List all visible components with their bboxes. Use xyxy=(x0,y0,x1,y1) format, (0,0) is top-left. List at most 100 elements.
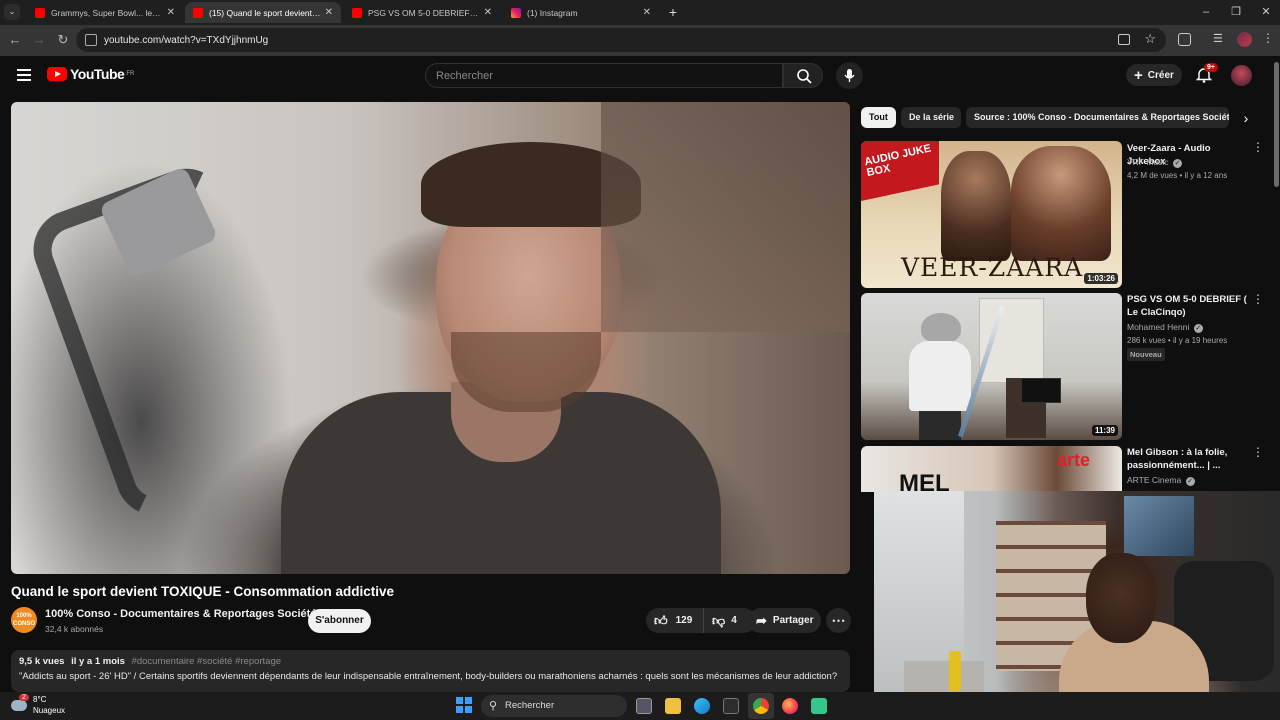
recommendation-channel[interactable]: ARTE Cinema ✓ xyxy=(1127,475,1195,486)
recommendation-meta: 4,2 M de vues • il y a 12 ans xyxy=(1127,171,1228,180)
close-icon[interactable]: ✕ xyxy=(643,7,651,18)
logo-text: YouTube xyxy=(70,66,125,82)
notification-badge: 9+ xyxy=(1204,63,1218,72)
recommendation-channel[interactable]: Mohamed Henni ✓ xyxy=(1127,322,1203,333)
share-button[interactable]: ➦ Partager xyxy=(748,608,821,633)
channel-name: YRF Music xyxy=(1127,157,1169,167)
person-head-shape xyxy=(1086,553,1156,643)
tab-search-button[interactable]: ⌄ xyxy=(4,4,20,20)
notifications-button[interactable]: 9+ xyxy=(1195,63,1218,83)
chip-series[interactable]: De la série xyxy=(901,107,961,128)
reload-icon[interactable]: ↻ xyxy=(55,32,71,48)
plus-icon: + xyxy=(1134,66,1143,84)
chip-all[interactable]: Tout xyxy=(861,107,896,128)
weather-desc: Nuageux xyxy=(33,706,66,715)
view-count: 9,5 k vues xyxy=(19,656,65,667)
video-thumbnail[interactable]: 11:39 xyxy=(861,293,1122,440)
browser-tab-active[interactable]: (15) Quand le sport devient TOX ✕ xyxy=(185,2,341,23)
chevron-right-icon[interactable]: › xyxy=(1238,110,1254,126)
create-button[interactable]: + Créer xyxy=(1126,64,1182,86)
youtube-play-icon xyxy=(47,67,67,81)
close-icon[interactable]: ✕ xyxy=(325,7,333,18)
more-vert-icon[interactable]: ⋮ xyxy=(1252,293,1264,305)
dislike-button[interactable]: 👎︎ 4 xyxy=(704,613,737,629)
chrome-icon[interactable] xyxy=(753,698,769,714)
person-shape xyxy=(909,341,971,411)
bookmark-star-icon[interactable]: ☆ xyxy=(1144,31,1156,47)
channel-name: ARTE Cinema xyxy=(1127,475,1182,485)
task-view-icon[interactable] xyxy=(636,698,652,714)
minimize-icon[interactable]: – xyxy=(1198,4,1214,20)
edge-icon[interactable] xyxy=(694,698,710,714)
back-arrow-icon[interactable]: ← xyxy=(7,32,23,48)
thumbs-up-icon: 👍︎ xyxy=(654,612,668,628)
close-icon[interactable]: ✕ xyxy=(167,7,175,18)
profile-avatar[interactable] xyxy=(1237,32,1252,47)
chip-source[interactable]: Source : 100% Conso - Documentaires & Re… xyxy=(966,107,1229,128)
channel-avatar[interactable]: 100% CONSO xyxy=(11,607,37,633)
video-thumbnail[interactable]: AUDIO JUKE BOX VEER-ZAARA 1:03:26 xyxy=(861,141,1122,288)
recommendation-title[interactable]: Mel Gibson : à la folie, passionnément..… xyxy=(1127,446,1247,472)
media-controls-icon[interactable]: ☰ xyxy=(1213,33,1226,46)
verified-check-icon: ✓ xyxy=(1193,324,1203,333)
account-avatar[interactable] xyxy=(1231,65,1252,86)
recommendation-title[interactable]: PSG VS OM 5-0 DEBRIEF ( Le ClaCinqo) xyxy=(1127,293,1247,319)
video-player[interactable] xyxy=(11,102,850,574)
close-icon[interactable]: ✕ xyxy=(484,7,492,18)
channel-name[interactable]: 100% Conso - Documentaires & Reportages … xyxy=(45,608,316,620)
app-icon[interactable] xyxy=(811,698,827,714)
firefox-icon[interactable] xyxy=(782,698,798,714)
search-input[interactable]: Rechercher xyxy=(425,63,783,88)
like-button[interactable]: 👍︎ 129 xyxy=(646,608,704,633)
hashtags[interactable]: #documentaire #société #reportage xyxy=(132,656,281,667)
browser-tab[interactable]: (1) Instagram ✕ xyxy=(503,2,659,23)
install-app-icon[interactable] xyxy=(1118,34,1130,45)
weather-text[interactable]: 8°C Nuageux xyxy=(33,694,65,716)
browser-tab[interactable]: PSG VS OM 5-0 DEBRIEF ( Le Cl ✕ xyxy=(344,2,500,23)
windows-start-icon[interactable] xyxy=(456,697,472,713)
dislike-count: 4 xyxy=(731,615,737,626)
address-bar[interactable]: youtube.com/watch?v=TXdYjjhnmUg ☆ xyxy=(76,28,1166,52)
maximize-icon[interactable]: ❐ xyxy=(1228,4,1244,20)
youtube-icon xyxy=(35,7,45,18)
store-icon[interactable] xyxy=(723,698,739,714)
background-shelf-shape xyxy=(601,102,850,332)
streamer-webcam-overlay xyxy=(874,491,1280,720)
window-close-icon[interactable]: ✕ xyxy=(1258,4,1274,20)
search-icon: ⚲ xyxy=(489,700,498,712)
description-box[interactable]: 9,5 k vues il y a 1 mois #documentaire #… xyxy=(11,650,850,692)
like-dislike-group: 👍︎ 129 👎︎ 4 xyxy=(646,608,756,633)
tab-title: Grammys, Super Bowl... le triom xyxy=(51,7,163,18)
tab-title: PSG VS OM 5-0 DEBRIEF ( Le Cl xyxy=(368,7,480,18)
arte-logo: arte xyxy=(1057,450,1091,470)
subscribe-button[interactable]: S'abonner xyxy=(308,609,371,633)
extensions-icon[interactable] xyxy=(1178,33,1191,46)
more-vert-icon[interactable]: ⋮ xyxy=(1252,141,1264,153)
file-explorer-icon[interactable] xyxy=(665,698,681,714)
recommendation-channel[interactable]: YRF Music ✓ xyxy=(1127,157,1182,168)
more-vert-icon[interactable]: ⋮ xyxy=(1252,446,1264,458)
region-code: FR xyxy=(126,71,135,77)
more-actions-button[interactable]: ⋯ xyxy=(826,608,851,633)
weather-widget[interactable]: 2 xyxy=(11,694,29,713)
cloud-icon xyxy=(11,700,27,711)
like-count: 129 xyxy=(675,615,693,626)
new-tab-icon[interactable]: + xyxy=(665,4,681,20)
channel-name: Mohamed Henni xyxy=(1127,322,1190,332)
video-thumbnail[interactable]: MEL arte xyxy=(861,446,1122,492)
hamburger-menu-icon[interactable] xyxy=(17,69,31,81)
video-duration: 11:39 xyxy=(1091,425,1118,436)
browser-tab-strip: ⌄ Grammys, Super Bowl... le triom ✕ (15)… xyxy=(0,0,1280,25)
browser-toolbar: ← → ↻ youtube.com/watch?v=TXdYjjhnmUg ☆ … xyxy=(0,25,1280,56)
youtube-logo[interactable]: YouTube FR xyxy=(47,66,134,82)
browser-menu-icon[interactable]: ⋮ xyxy=(1262,31,1274,45)
voice-search-button[interactable] xyxy=(836,62,863,89)
forward-arrow-icon[interactable]: → xyxy=(31,32,47,48)
page-scrollbar[interactable] xyxy=(1274,62,1279,187)
instagram-icon xyxy=(511,7,521,18)
taskbar-search[interactable]: ⚲ Rechercher xyxy=(481,695,627,717)
browser-tab[interactable]: Grammys, Super Bowl... le triom ✕ xyxy=(27,2,183,23)
search-button[interactable] xyxy=(783,63,823,88)
site-info-icon[interactable] xyxy=(85,34,97,46)
video-title: Quand le sport devient TOXIQUE - Consomm… xyxy=(11,584,395,599)
